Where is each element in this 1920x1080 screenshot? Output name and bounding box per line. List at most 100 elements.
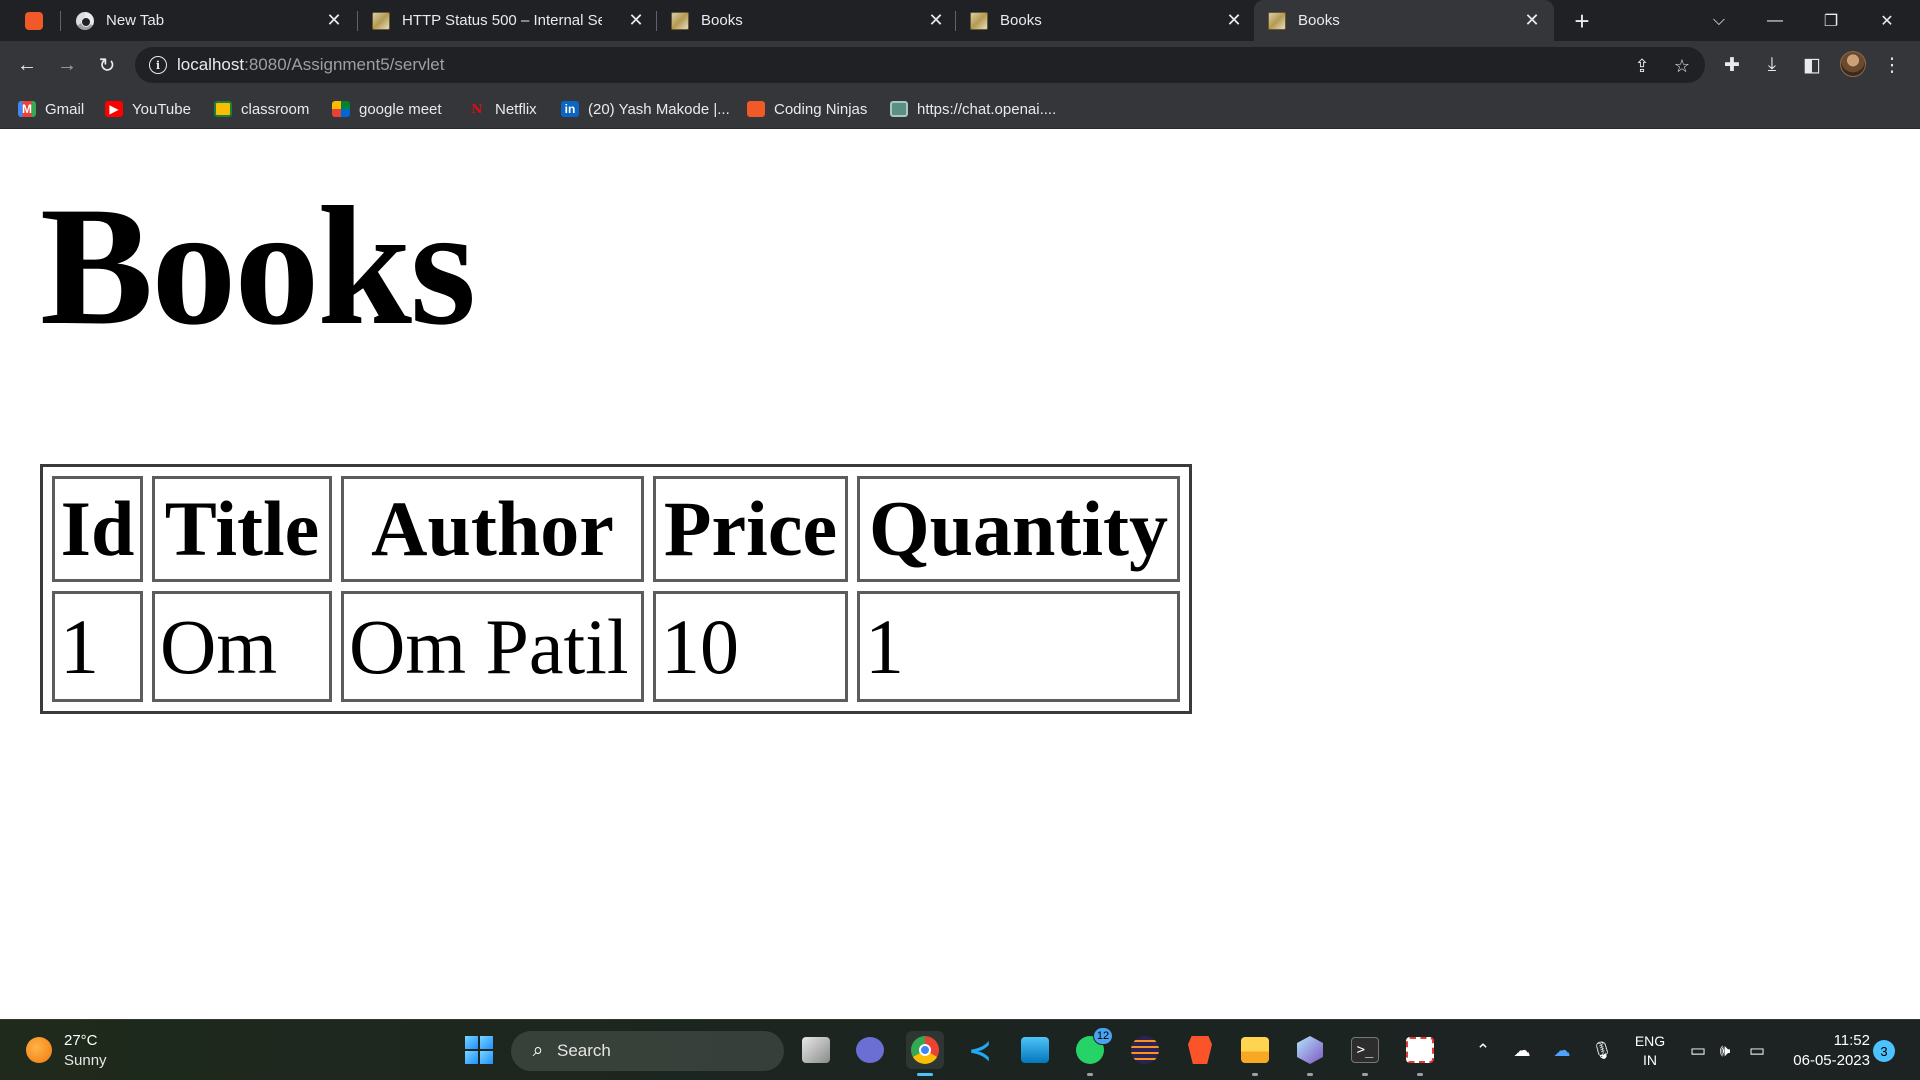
bookmark-gmail[interactable]: M Gmail [18, 98, 84, 120]
tab-books-active[interactable]: Books ✕ [1254, 0, 1554, 41]
cube-icon [1297, 1036, 1323, 1064]
cell-author: Om Patil [341, 591, 644, 702]
tab-new-tab[interactable]: New Tab ✕ [62, 0, 355, 41]
tab-separator [60, 11, 61, 31]
classroom-icon [214, 101, 232, 117]
onedrive-cloud-icon[interactable]: ☁ [1510, 1039, 1534, 1063]
bookmark-label: YouTube [132, 100, 191, 118]
clock-date: 06-05-2023 [1793, 1052, 1870, 1069]
netflix-icon: N [471, 102, 483, 116]
reload-icon[interactable]: ↻ [91, 49, 123, 81]
address-path: :8080/Assignment5/servlet [244, 55, 445, 74]
whatsapp-button[interactable]: 12 [1071, 1027, 1113, 1076]
running-indicator [1307, 1073, 1313, 1076]
vscode-button[interactable]: ≺ [961, 1031, 999, 1069]
chrome-taskbar-button[interactable] [906, 1031, 944, 1076]
site-info-icon[interactable]: i [149, 56, 167, 74]
bookmark-star-icon[interactable]: ☆ [1671, 55, 1693, 77]
battery-icon[interactable]: ▭ [1745, 1039, 1769, 1063]
close-icon[interactable]: ✕ [324, 10, 344, 31]
new-tab-button[interactable]: + [1567, 6, 1597, 36]
youtube-icon: ▶ [105, 101, 123, 117]
start-button[interactable] [460, 1031, 498, 1069]
close-icon[interactable]: ✕ [926, 10, 946, 31]
taskbar: 27°C Sunny ⌕ Search ≺ 12 >_ ⌃ ☁ ☁ 🎙 ENG … [0, 1019, 1920, 1080]
tab-strip: New Tab ✕ HTTP Status 500 – Internal Ser… [0, 0, 1920, 41]
back-arrow-icon[interactable]: ← [11, 49, 43, 81]
bookmark-label: https://chat.openai.... [917, 100, 1057, 118]
brave-button[interactable] [1181, 1031, 1219, 1069]
bookmark-classroom[interactable]: classroom [214, 98, 309, 120]
terminal-button[interactable]: >_ [1346, 1031, 1384, 1076]
volume-icon[interactable]: 🕪 [1713, 1039, 1737, 1063]
chrome-icon [76, 11, 94, 30]
app-cube-button[interactable] [1291, 1031, 1329, 1076]
file-explorer-button[interactable] [1236, 1031, 1274, 1076]
snipping-tool-button[interactable] [1401, 1031, 1439, 1076]
address-bar[interactable]: i localhost:8080/Assignment5/servlet ⇪ ☆ [135, 47, 1705, 83]
bookmark-chatgpt[interactable]: https://chat.openai.... [890, 98, 1056, 120]
window-close-icon[interactable]: ✕ [1859, 0, 1915, 41]
minimize-icon[interactable]: — [1747, 0, 1803, 41]
tomcat-books-icon [970, 11, 988, 30]
restore-icon[interactable]: ❐ [1803, 0, 1859, 41]
header-title: Title [152, 476, 332, 582]
header-quantity: Quantity [857, 476, 1180, 582]
tab-title: Books [1298, 12, 1340, 29]
table-header-row: Id Title Author Price Quantity [52, 476, 1180, 582]
chatgpt-icon [890, 101, 908, 117]
tab-pinned-coding-ninjas[interactable] [10, 0, 60, 41]
bookmark-google-meet[interactable]: google meet [332, 98, 442, 120]
side-panel-icon[interactable]: ◧ [1800, 53, 1824, 77]
task-view-button[interactable] [797, 1031, 835, 1069]
sun-icon [26, 1037, 52, 1063]
forward-arrow-icon[interactable]: → [51, 49, 83, 81]
task-view-icon [802, 1037, 830, 1063]
tab-books-1[interactable]: Books ✕ [657, 0, 953, 41]
language-code: ENG [1634, 1033, 1666, 1049]
tomcat-books-icon [671, 11, 689, 30]
running-indicator [1252, 1073, 1258, 1076]
notification-count-badge[interactable]: 3 [1873, 1040, 1895, 1062]
address-url[interactable]: localhost:8080/Assignment5/servlet [177, 55, 444, 75]
eclipse-icon [1131, 1036, 1159, 1064]
close-icon[interactable]: ✕ [1522, 10, 1542, 31]
bookmark-label: Netflix [495, 100, 537, 118]
bookmark-linkedin[interactable]: in (20) Yash Makode |... [561, 98, 730, 120]
table-row: 1 Om Om Patil 10 1 [52, 591, 1180, 702]
bookmark-label: google meet [359, 100, 442, 118]
clock[interactable]: 11:52 06-05-2023 [1780, 1031, 1870, 1071]
tomcat-books-icon [1268, 11, 1286, 30]
bookmark-youtube[interactable]: ▶ YouTube [105, 98, 191, 120]
onedrive-blue-cloud-icon[interactable]: ☁ [1550, 1039, 1574, 1063]
network-icon[interactable]: ▭ [1686, 1039, 1710, 1063]
bookmark-label: classroom [241, 100, 310, 118]
desktop-app-button[interactable] [1016, 1031, 1054, 1069]
bookmark-netflix[interactable]: N Netflix [468, 98, 537, 120]
page-content: Books Id Title Author Price Quantity 1 O… [0, 129, 1920, 1019]
bookmark-coding-ninjas[interactable]: Coding Ninjas [747, 98, 867, 120]
extensions-puzzle-icon[interactable]: ✚ [1720, 53, 1744, 77]
close-icon[interactable]: ✕ [1224, 10, 1244, 31]
download-icon[interactable]: ⤓ [1760, 53, 1784, 77]
teams-chat-button[interactable] [851, 1031, 889, 1069]
monitor-icon [1021, 1037, 1049, 1063]
tab-books-2[interactable]: Books ✕ [956, 0, 1253, 41]
share-icon[interactable]: ⇪ [1631, 55, 1653, 77]
search-icon: ⌕ [532, 1040, 544, 1061]
language-indicator[interactable]: ENG IN [1630, 1032, 1670, 1070]
running-indicator [1417, 1073, 1423, 1076]
microphone-icon[interactable]: 🎙 [1590, 1039, 1614, 1063]
eclipse-button[interactable] [1126, 1031, 1164, 1069]
chevron-up-icon[interactable]: ⌃ [1471, 1039, 1495, 1063]
weather-temperature: 27°C [64, 1032, 98, 1049]
meet-icon [332, 101, 350, 117]
tab-http-500[interactable]: HTTP Status 500 – Internal Server ✕ [358, 0, 655, 41]
tab-search-chevron-icon[interactable]: ⌵ [1691, 0, 1747, 41]
more-menu-icon[interactable]: ⋮ [1880, 53, 1904, 77]
close-icon[interactable]: ✕ [626, 10, 646, 31]
taskbar-search[interactable]: ⌕ Search [511, 1031, 784, 1071]
profile-avatar[interactable] [1840, 51, 1866, 77]
running-indicator [917, 1073, 933, 1076]
folder-icon [1241, 1037, 1269, 1063]
